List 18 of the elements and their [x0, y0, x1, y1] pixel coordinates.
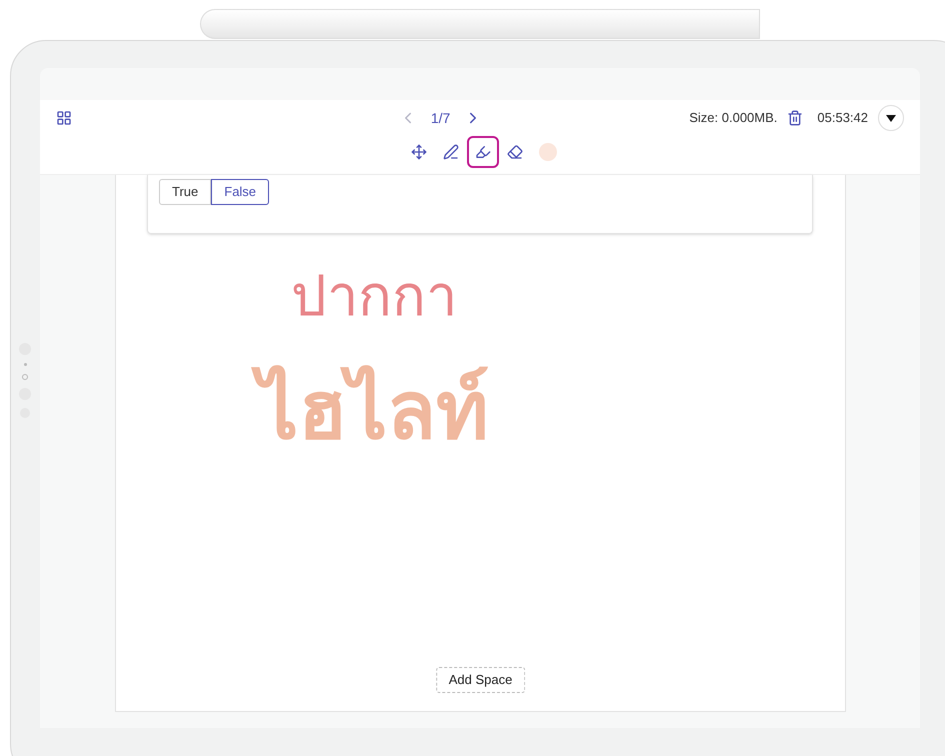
dropdown-button[interactable]	[878, 105, 904, 131]
page-indicator: 1/7	[430, 108, 450, 128]
trash-icon[interactable]	[787, 110, 804, 126]
highlighted-text: ไฮไลท์	[246, 336, 501, 486]
grid-icon[interactable]	[56, 110, 72, 126]
highlighter-icon	[475, 144, 491, 160]
caret-icon	[886, 114, 896, 122]
answer-option[interactable]: True	[159, 179, 212, 205]
handwritten-text: ปากกา	[291, 263, 458, 329]
eraser-icon	[507, 144, 523, 160]
color-swatch[interactable]	[539, 143, 557, 161]
file-size: Size: 0.000MB.	[689, 109, 778, 128]
add-space-button[interactable]: Add Space	[436, 667, 526, 693]
move-icon	[411, 144, 427, 160]
pen-icon	[443, 144, 459, 160]
answer-option[interactable]: False	[211, 179, 270, 205]
time: 05:53:42	[817, 109, 868, 128]
highlighter-tool-button[interactable]	[467, 136, 499, 168]
